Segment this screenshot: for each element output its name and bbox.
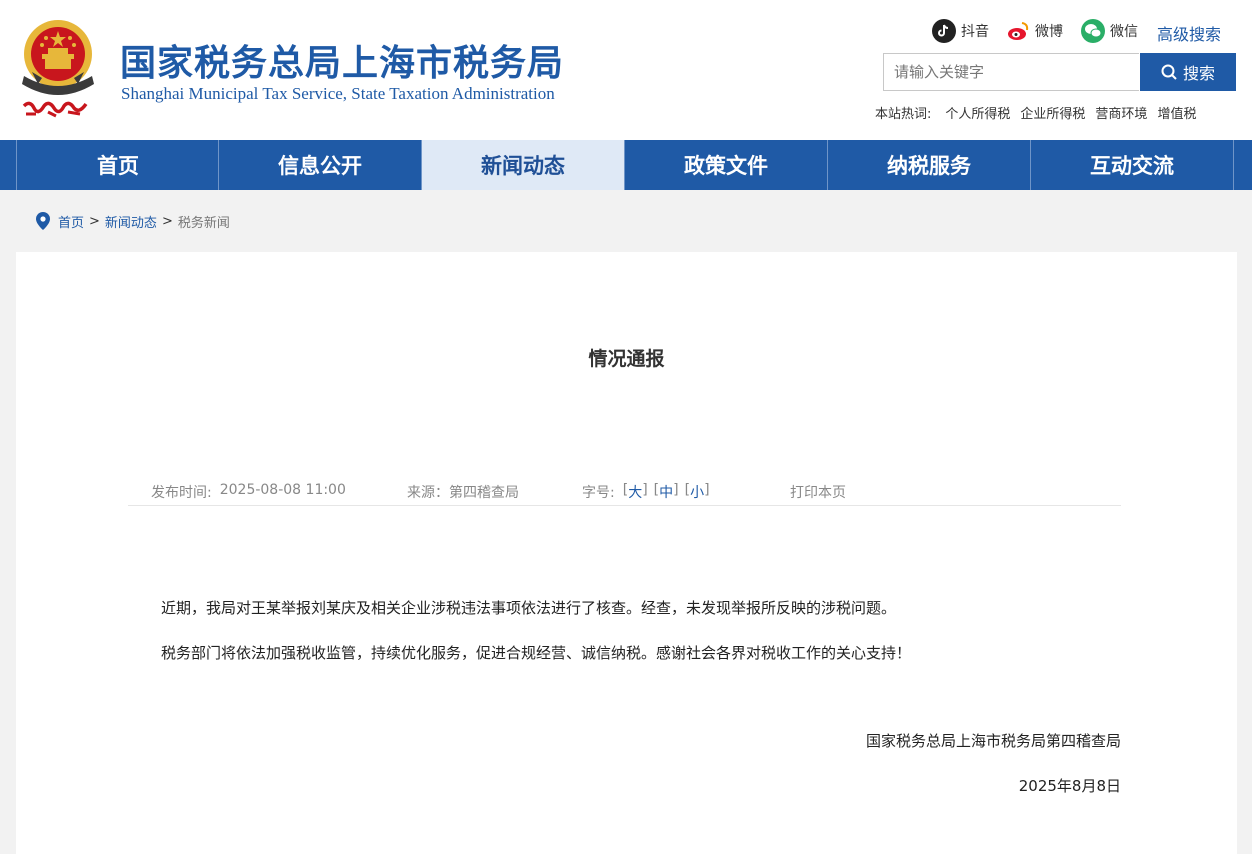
hot-words: 本站热词: 个人所得税 企业所得税 营商环境 增值税: [875, 103, 1206, 122]
font-size-label: 字号:: [582, 485, 615, 501]
source-value: 第四稽查局: [449, 485, 519, 501]
breadcrumb-news[interactable]: 新闻动态: [105, 212, 157, 231]
wechat-link[interactable]: 微信: [1081, 18, 1138, 44]
hot-word-link[interactable]: 营商环境: [1095, 103, 1147, 122]
main-nav: 首页 信息公开 新闻动态 政策文件 纳税服务 互动交流: [0, 140, 1252, 190]
nav-item-tax-service[interactable]: 纳税服务: [827, 140, 1030, 190]
site-title: 国家税务总局上海市税务局: [120, 43, 565, 84]
wechat-icon: [1081, 19, 1105, 43]
search-button-label: 搜索: [1182, 64, 1215, 83]
nav-item-policy[interactable]: 政策文件: [624, 140, 827, 190]
article-source: 来源： 第四稽查局: [407, 482, 519, 502]
nav-item-news[interactable]: 新闻动态: [421, 140, 624, 190]
font-size-control: 字号: [ 大 ] [ 中 ] [ 小 ]: [582, 482, 710, 502]
weibo-icon: [1006, 19, 1030, 43]
tax-emblem-logo[interactable]: [18, 14, 102, 124]
search-icon: [1161, 64, 1177, 80]
article-signature: 国家税务总局上海市税务局第四稽查局: [865, 732, 1121, 750]
search-input[interactable]: [883, 53, 1139, 91]
hot-words-label: 本站热词:: [875, 107, 932, 122]
meta-divider: [128, 505, 1121, 506]
font-size-medium[interactable]: 中: [659, 482, 673, 502]
hot-word-link[interactable]: 企业所得税: [1020, 103, 1085, 122]
wechat-label: 微信: [1110, 24, 1138, 40]
breadcrumb-home[interactable]: 首页: [58, 212, 84, 231]
search-button[interactable]: 搜索: [1140, 53, 1236, 91]
publish-time-label: 发布时间:: [151, 485, 212, 501]
douyin-label: 抖音: [961, 24, 989, 40]
site-header: 国家税务总局上海市税务局 Shanghai Municipal Tax Serv…: [0, 0, 1252, 140]
hot-word-link[interactable]: 个人所得税: [945, 103, 1010, 122]
breadcrumb: 首页 > 新闻动态 > 税务新闻: [36, 211, 230, 231]
weibo-link[interactable]: 微博: [1006, 18, 1063, 44]
font-size-small[interactable]: 小: [690, 482, 704, 502]
location-pin-icon: [36, 212, 50, 230]
breadcrumb-current: 税务新闻: [177, 215, 230, 231]
article-paragraph: 税务部门将依法加强税收监管，持续优化服务，促进合规经营、诚信纳税。感谢社会各界对…: [161, 644, 912, 662]
hot-word-link[interactable]: 增值税: [1157, 103, 1196, 122]
advanced-search-link[interactable]: 高级搜索: [1157, 21, 1221, 45]
article-date: 2025年8月8日: [1018, 777, 1121, 795]
print-page-link[interactable]: 打印本页: [790, 482, 846, 502]
article-title: 情况通报: [588, 348, 665, 370]
publish-time: 发布时间: 2025-08-08 11:00: [151, 482, 346, 502]
douyin-icon: [932, 19, 956, 43]
publish-time-value: 2025-08-08 11:00: [219, 482, 346, 498]
nav-item-info-disclosure[interactable]: 信息公开: [218, 140, 421, 190]
source-label: 来源：: [407, 485, 449, 501]
breadcrumb-separator: >: [89, 213, 100, 229]
article-panel: 情况通报 发布时间: 2025-08-08 11:00 来源： 第四稽查局 字号…: [16, 252, 1237, 854]
weibo-label: 微博: [1035, 24, 1063, 40]
nav-item-interaction[interactable]: 互动交流: [1030, 140, 1234, 190]
douyin-link[interactable]: 抖音: [932, 18, 989, 44]
site-subtitle: Shanghai Municipal Tax Service, State Ta…: [121, 84, 555, 103]
article-paragraph: 近期，我局对王某举报刘某庆及相关企业涉税违法事项依法进行了核查。经查，未发现举报…: [161, 599, 897, 617]
font-size-large[interactable]: 大: [628, 482, 642, 502]
breadcrumb-separator: >: [161, 213, 173, 229]
nav-item-home[interactable]: 首页: [16, 140, 219, 190]
